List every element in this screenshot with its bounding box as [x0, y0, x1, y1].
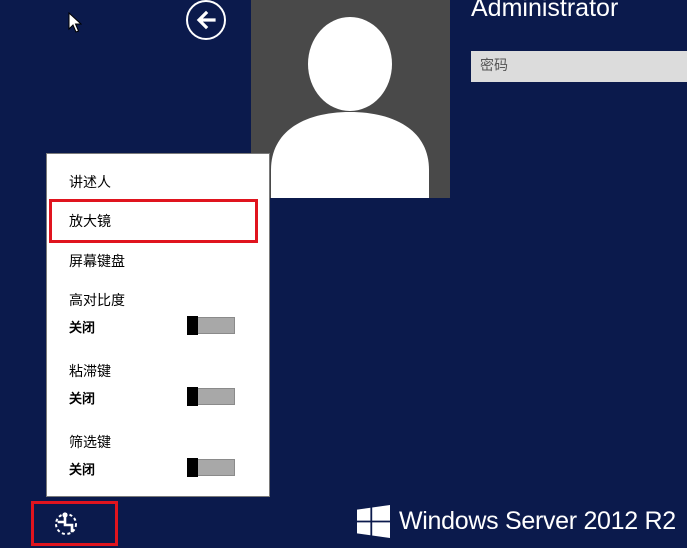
sticky-keys-toggle[interactable] [187, 387, 235, 406]
user-silhouette-icon [271, 17, 429, 198]
high-contrast-state: 关闭 [69, 321, 96, 336]
windows-server-brand: Windows Server 2012 R2 [357, 505, 676, 538]
high-contrast-toggle[interactable] [187, 316, 235, 335]
filter-keys-toggle[interactable] [187, 458, 235, 477]
windows-logo-icon [357, 505, 390, 538]
back-button[interactable] [186, 0, 226, 40]
menu-item-filter-keys: 筛选键 [69, 435, 111, 451]
back-arrow-icon [196, 10, 216, 30]
filter-keys-state: 关闭 [69, 463, 96, 478]
password-input[interactable]: 密码 [471, 51, 687, 82]
magnifier-highlight [49, 199, 258, 243]
sticky-keys-state: 关闭 [69, 392, 96, 407]
menu-item-sticky-keys: 粘滞键 [69, 364, 111, 380]
username-label: Administrator [471, 0, 619, 22]
user-avatar [251, 0, 450, 198]
menu-item-on-screen-keyboard[interactable]: 屏幕键盘 [69, 251, 125, 271]
menu-item-narrator[interactable]: 讲述人 [69, 172, 111, 192]
brand-text: Windows Server 2012 R2 [399, 507, 676, 535]
menu-item-high-contrast: 高对比度 [69, 293, 125, 309]
mouse-pointer-icon [68, 12, 82, 33]
ease-of-access-icon[interactable] [52, 510, 80, 538]
